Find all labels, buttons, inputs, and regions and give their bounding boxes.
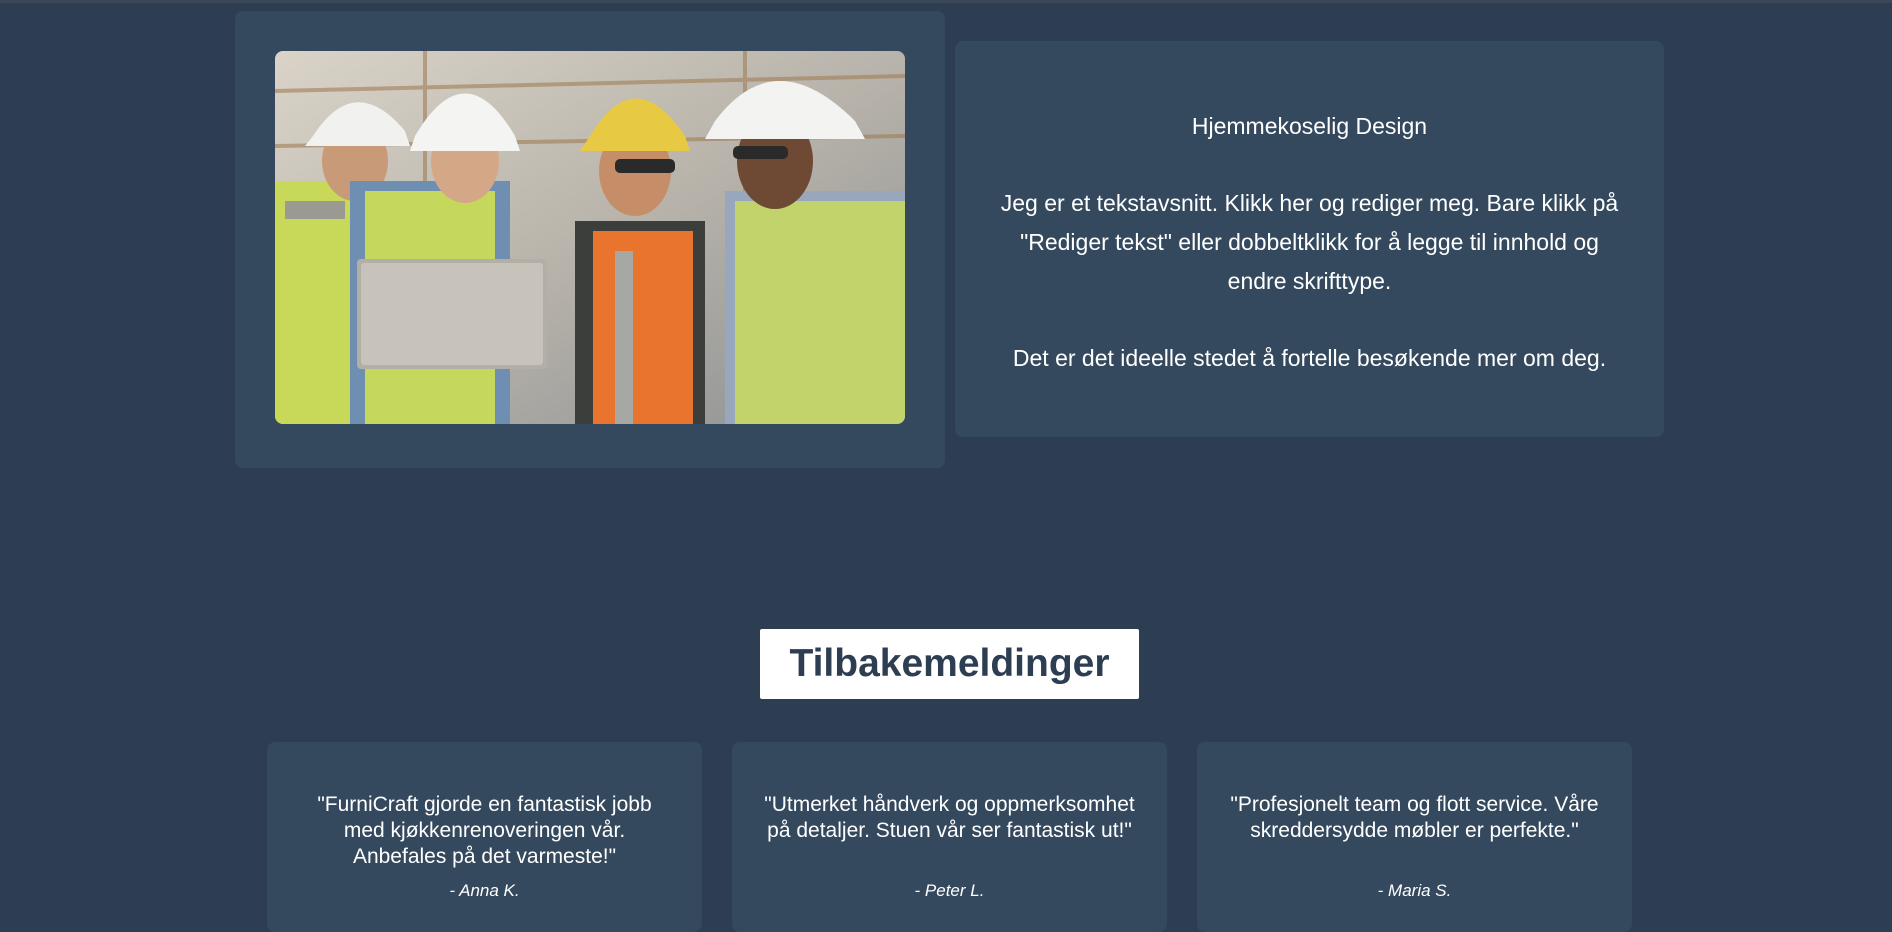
about-heading: Hjemmekoselig Design — [1191, 113, 1428, 139]
testimonial-card: "FurniCraft gjorde en fantastisk jobb me… — [267, 742, 702, 932]
testimonial-quote: "Profesjonelt team og flott service. Vår… — [1230, 793, 1599, 842]
workers-photo — [275, 51, 905, 424]
photo-card — [235, 11, 945, 468]
about-paragraph-2: Det er det ideelle stedet å fortelle bes… — [1012, 345, 1607, 371]
testimonial-author: - Anna K. — [449, 881, 520, 900]
testimonial-card: "Utmerket håndverk og oppmerksomhet på d… — [732, 742, 1167, 932]
testimonial-author: - Maria S. — [1377, 881, 1452, 900]
testimonial-card: "Profesjonelt team og flott service. Vår… — [1197, 742, 1632, 932]
testimonial-quote: "FurniCraft gjorde en fantastisk jobb me… — [317, 793, 652, 868]
testimonial-quote: "Utmerket håndverk og oppmerksomhet på d… — [764, 793, 1135, 842]
top-divider — [0, 0, 1892, 3]
testimonials-title: Tilbakemeldinger — [760, 629, 1139, 699]
testimonial-author: - Peter L. — [914, 881, 985, 900]
about-text-card: Hjemmekoselig Design Jeg er et tekstavsn… — [955, 41, 1664, 437]
about-paragraph: Jeg er et tekstavsnitt. Klikk her og red… — [1000, 190, 1619, 294]
